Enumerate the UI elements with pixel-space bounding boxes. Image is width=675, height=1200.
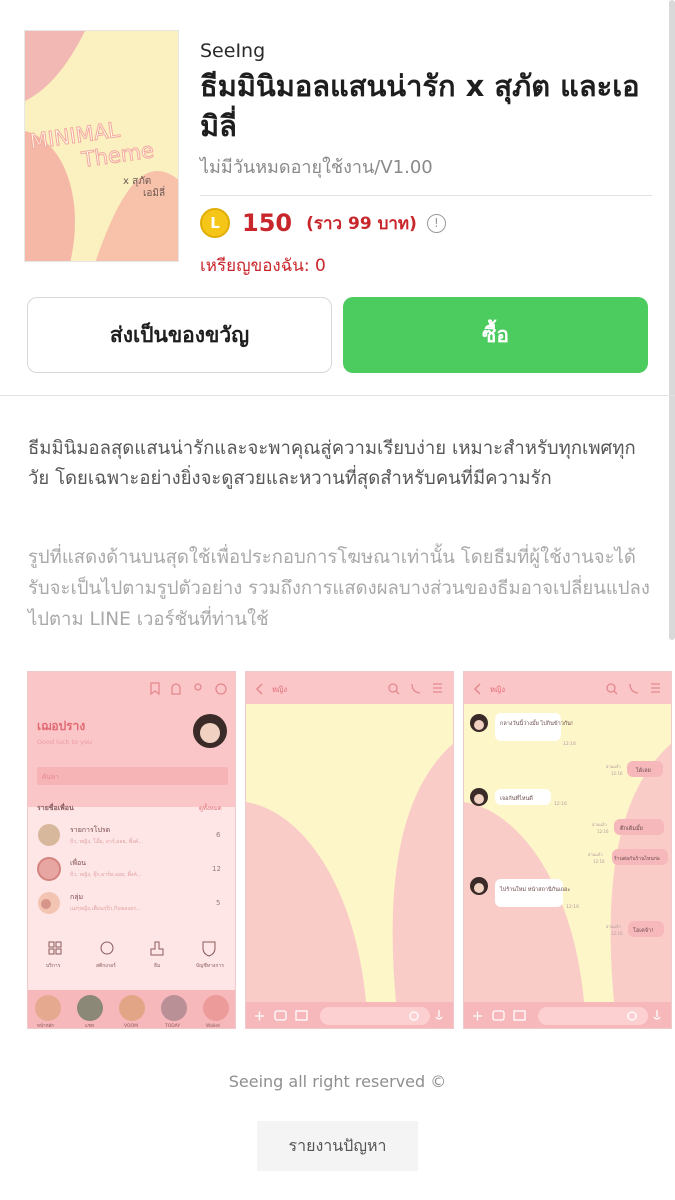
chat-title: หญิง — [272, 685, 287, 694]
svg-text:บีว, หญิง, จุ๊ก,อาร์ท,ออย, พิ้: บีว, หญิง, จุ๊ก,อาร์ท,ออย, พิ้งค์... — [70, 870, 142, 878]
svg-text:อ่านแล้ว: อ่านแล้ว — [606, 924, 621, 929]
svg-text:ได้เลย: ได้เลย — [635, 767, 651, 774]
svg-text:แม่ๆหญิง,เพื่อนๆปีว,กินของอร่.: แม่ๆหญิง,เพื่อนๆปีว,กินของอร่... — [70, 905, 141, 912]
theme-title: ธีมมินิมอลแสนน่ารัก x สุภัต และเอมิลี่ — [200, 69, 640, 143]
theme-thumbnail: MINIMAL Theme x สุภัต เอมิลี่ — [24, 30, 179, 262]
report-problem-button[interactable]: รายงานปัญหา — [257, 1121, 418, 1171]
preview-screen-chat-messages[interactable]: หญิง กลางวันนี้ว่างมั้ย ไปกินข้าวกัน! 12… — [463, 671, 672, 1029]
svg-text:รายการโปรด: รายการโปรด — [70, 825, 110, 834]
svg-text:ไปร้านใหม่ หน้าสถานีกันเถอะ: ไปร้านใหม่ หน้าสถานีกันเถอะ — [499, 886, 570, 893]
info-icon[interactable]: ! — [426, 213, 446, 233]
svg-text:เพื่อน: เพื่อน — [70, 858, 86, 867]
svg-text:12:16: 12:16 — [566, 904, 579, 910]
svg-text:12: 12 — [212, 865, 221, 873]
svg-text:หน้าหลัก: หน้าหลัก — [37, 1023, 54, 1029]
theme-info: SeeIng ธีมมินิมอลแสนน่ารัก x สุภัต และเอ… — [200, 40, 652, 279]
svg-text:12:16: 12:16 — [597, 829, 609, 834]
search-placeholder: ค้นหา — [42, 773, 59, 781]
author-name[interactable]: SeeIng — [200, 40, 652, 62]
svg-text:12:16: 12:16 — [563, 741, 576, 747]
svg-text:โอเคจ้า!: โอเคจ้า! — [633, 926, 653, 934]
svg-text:Wallet: Wallet — [206, 1023, 220, 1029]
svg-text:12:16: 12:16 — [611, 771, 623, 776]
svg-text:ธีม: ธีม — [154, 962, 160, 969]
copyright-text: Seeing all right reserved © — [228, 1072, 447, 1091]
preview-screen-home[interactable]: เฌอปราง Good luck to you ค้นหา รายชื่อเพ… — [27, 671, 236, 1029]
svg-text:บริการ: บริการ — [46, 962, 61, 969]
svg-text:12:16: 12:16 — [611, 931, 623, 936]
svg-text:VOOM: VOOM — [124, 1023, 138, 1029]
svg-text:อ่านแล้ว: อ่านแล้ว — [588, 852, 603, 857]
svg-text:แชท: แชท — [85, 1023, 94, 1029]
svg-text:กลางวันนี้ว่างมั้ย ไปกินข้าวกั: กลางวันนี้ว่างมั้ย ไปกินข้าวกัน! — [500, 719, 573, 727]
profile-name: เฌอปราง — [37, 719, 85, 733]
theme-header: MINIMAL Theme x สุภัต เอมิลี่ SeeIng ธีม… — [24, 30, 654, 276]
scrollbar[interactable] — [669, 0, 675, 640]
divider — [0, 395, 675, 396]
svg-text:เจอกันที่ไหนดี: เจอกันที่ไหนดี — [500, 794, 533, 802]
svg-text:อ่านแล้ว: อ่านแล้ว — [606, 764, 621, 769]
svg-text:บัญชีทางการ: บัญชีทางการ — [196, 962, 224, 969]
thumbnail-text-x: x สุภัต — [123, 176, 151, 187]
preview-screen-chat-empty[interactable]: หญิง — [245, 671, 454, 1029]
price-row: L 150 (ราว 99 บาท) ! — [200, 206, 652, 240]
svg-text:หญิง: หญิง — [490, 685, 505, 694]
svg-text:TODAY: TODAY — [164, 1023, 180, 1029]
svg-text:อ่านแล้ว: อ่านแล้ว — [592, 822, 607, 827]
price-value: 150 — [242, 209, 293, 237]
svg-text:6: 6 — [216, 831, 221, 839]
disclaimer-text: รูปที่แสดงด้านบนสุดใช้เพื่อประกอบการโฆษณ… — [28, 547, 650, 630]
my-coins: เหรียญของฉัน: 0 — [200, 256, 326, 276]
svg-text:กลุ่ม: กลุ่ม — [70, 893, 83, 901]
validity-text: ไม่มีวันหมดอายุใช้งาน/V1.00 — [200, 152, 652, 196]
svg-text:สติกเกอร์: สติกเกอร์ — [96, 962, 116, 969]
theme-description: ธีมมินิมอลสุดแสนน่ารักและจะพาคุณสู่ความเ… — [28, 438, 636, 489]
svg-text:รายชื่อเพื่อน: รายชื่อเพื่อน — [37, 802, 74, 812]
approx-price: (ราว 99 บาท) — [306, 213, 417, 234]
thumbnail-text-emily: เอมิลี่ — [143, 185, 165, 199]
profile-status: Good luck to you — [37, 738, 92, 746]
svg-text:5: 5 — [216, 899, 220, 907]
svg-text:ร้านต่อกันร้านไหนก่อ: ร้านต่อกันร้านไหนก่อ — [614, 855, 660, 862]
gift-button[interactable]: ส่งเป็นของขวัญ — [27, 297, 332, 373]
svg-text:12:16: 12:16 — [554, 801, 567, 807]
buy-button[interactable]: ซื้อ — [343, 297, 648, 373]
svg-text:12:16: 12:16 — [593, 859, 605, 864]
svg-text:บีว, หญิง, โอ๊ม, อาร์,ออย, พิ้: บีว, หญิง, โอ๊ม, อาร์,ออย, พิ้งค์... — [70, 837, 144, 845]
line-coin-icon: L — [200, 208, 230, 238]
svg-text:ตึกเดิมมั้ย: ตึกเดิมมั้ย — [620, 824, 643, 832]
